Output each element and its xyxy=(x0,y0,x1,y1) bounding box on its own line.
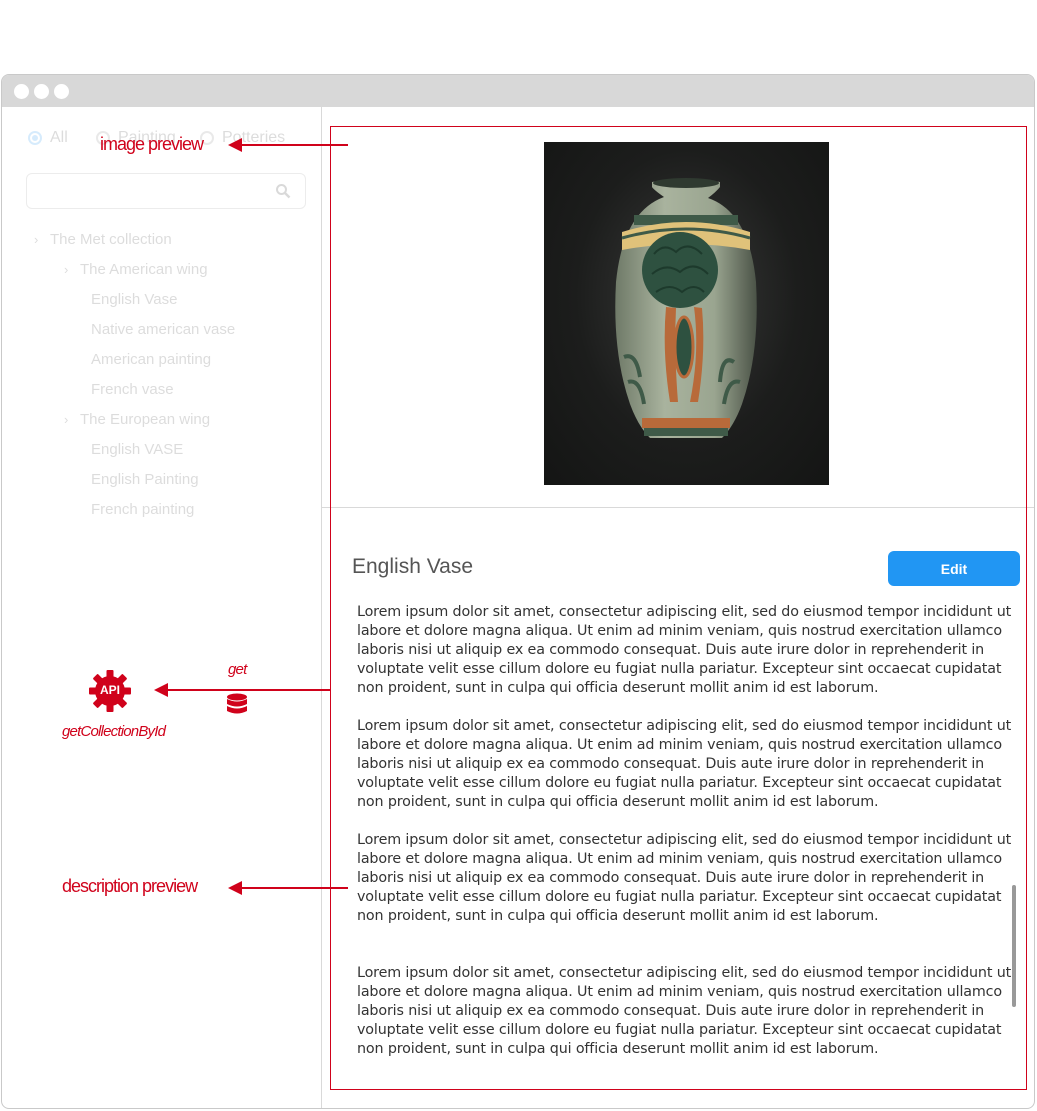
chevron-right-icon[interactable]: › xyxy=(34,232,50,247)
arrow-head-icon xyxy=(228,881,242,895)
arrow-head-icon xyxy=(228,138,242,152)
tree-item-english-vase[interactable]: English Vase xyxy=(91,291,177,308)
window-control-dot[interactable] xyxy=(14,84,29,99)
tree-item-label: The Met collection xyxy=(50,231,172,248)
tree-item-label: English Vase xyxy=(91,291,178,308)
sidebar: All Painting Potteries › The Met collect… xyxy=(2,107,322,1108)
tree-item-american-painting[interactable]: American painting xyxy=(91,351,211,368)
api-gear-icon: API xyxy=(88,669,132,713)
radio-circle[interactable] xyxy=(28,131,42,145)
window-control-dot[interactable] xyxy=(54,84,69,99)
annotation-arrow xyxy=(240,144,348,146)
detail-highlight-frame xyxy=(330,126,1027,1090)
tree-item-met-collection[interactable]: › The Met collection xyxy=(34,231,172,248)
filter-radio-all[interactable]: All xyxy=(28,129,68,147)
filter-radio-label: All xyxy=(50,129,68,146)
tree-item-french-painting[interactable]: French painting xyxy=(91,501,194,518)
tree-item-label: American painting xyxy=(91,351,212,368)
tree-item-label: Native american vase xyxy=(91,321,236,338)
tree-item-label: French painting xyxy=(91,501,195,518)
tree-item-label: English VASE xyxy=(91,441,184,458)
tree-item-label: English Painting xyxy=(91,471,199,488)
annotation-description-preview: description preview xyxy=(62,876,198,896)
tree-item-english-painting[interactable]: English Painting xyxy=(91,471,199,488)
tree-item-english-vase-2[interactable]: English VASE xyxy=(91,441,183,458)
search-input[interactable] xyxy=(26,173,306,209)
tree-item-french-vase[interactable]: French vase xyxy=(91,381,174,398)
arrow-head-icon xyxy=(154,683,168,697)
api-badge-label: API xyxy=(99,683,120,697)
annotation-get: get xyxy=(228,661,247,678)
tree-item-european-wing[interactable]: › The European wing xyxy=(64,411,210,428)
tree-item-label: French vase xyxy=(91,381,174,398)
window-titlebar xyxy=(2,75,1034,107)
database-icon xyxy=(226,693,248,715)
tree-item-label: The American wing xyxy=(80,261,208,278)
search-icon[interactable] xyxy=(275,183,291,203)
tree-item-native-american-vase[interactable]: Native american vase xyxy=(91,321,235,338)
chevron-right-icon[interactable]: › xyxy=(64,412,80,427)
annotation-api-name: getCollectionById xyxy=(62,723,166,740)
chevron-right-icon[interactable]: › xyxy=(64,262,80,277)
tree-item-label: The European wing xyxy=(80,411,211,428)
tree-item-american-wing[interactable]: › The American wing xyxy=(64,261,208,278)
annotation-arrow xyxy=(166,689,331,691)
annotation-image-preview: image preview xyxy=(100,134,204,154)
annotation-arrow xyxy=(240,887,348,889)
window-control-dot[interactable] xyxy=(34,84,49,99)
